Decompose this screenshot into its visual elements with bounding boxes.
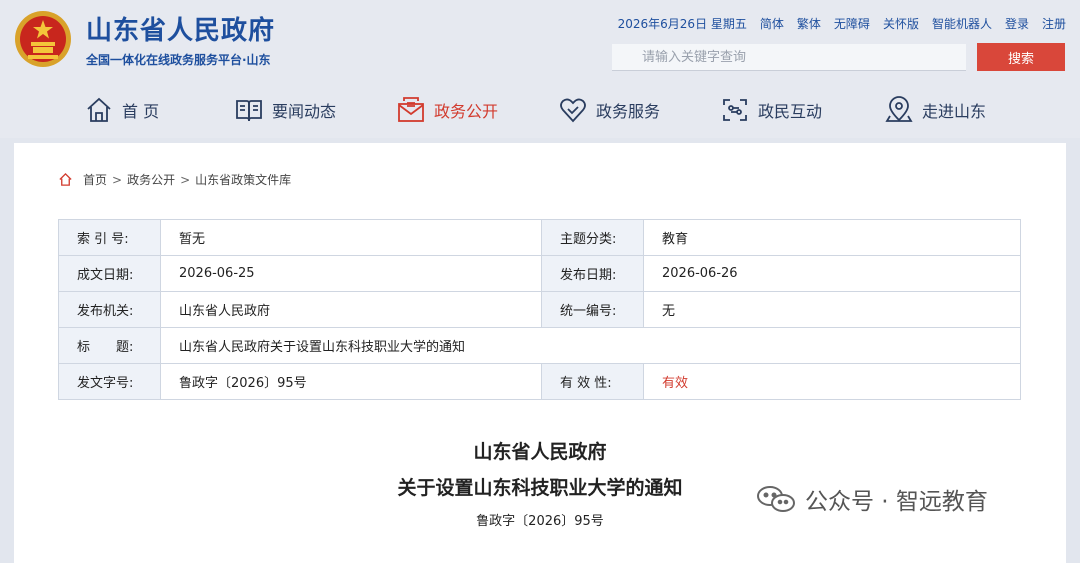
- title-value: 山东省人民政府关于设置山东科技职业大学的通知: [160, 327, 1021, 364]
- pubdate-value: 2026-06-26: [643, 255, 1021, 292]
- breadcrumb-separator: >: [180, 172, 191, 187]
- site-subtitle: 全国一体化在线政务服务平台·山东: [86, 53, 271, 67]
- site-title[interactable]: 山东省人民政府: [86, 10, 275, 47]
- nav-news[interactable]: 要闻动态: [234, 88, 336, 132]
- org-label: 发布机关:: [58, 291, 161, 328]
- nav-home-label: 首 页: [122, 102, 160, 121]
- search-box: [612, 44, 966, 71]
- mail-icon: [398, 97, 424, 122]
- nav-gov-services[interactable]: 政务服务: [558, 88, 660, 132]
- topic-value: 教育: [643, 219, 1021, 256]
- nav-about-shandong[interactable]: 走进山东: [884, 88, 986, 132]
- elder-mode-link[interactable]: 关怀版: [883, 15, 919, 32]
- register-link[interactable]: 注册: [1042, 15, 1066, 32]
- date-label: 成文日期:: [58, 255, 161, 292]
- robot-link[interactable]: 智能机器人: [932, 15, 992, 32]
- home-icon: [87, 97, 111, 122]
- table-row: 成文日期: 2026-06-25 发布日期: 2026-06-26: [58, 255, 1021, 292]
- table-row: 发布机关: 山东省人民政府 统一编号: 无: [58, 291, 1021, 328]
- search-input[interactable]: [640, 44, 964, 70]
- pubdate-label: 发布日期:: [541, 255, 644, 292]
- table-row: 标 题: 山东省人民政府关于设置山东科技职业大学的通知: [58, 327, 1021, 364]
- site-header: 山东省人民政府 全国一体化在线政务服务平台·山东 2026年6月26日 星期五 …: [0, 0, 1080, 138]
- nav-interaction-label: 政民互动: [758, 102, 823, 121]
- top-links: 2026年6月26日 星期五 简体 繁体 无障碍 关怀版 智能机器人 登录 注册: [618, 15, 1066, 32]
- nav-interaction[interactable]: 政民互动: [720, 88, 822, 132]
- docno-label: 发文字号:: [58, 363, 161, 400]
- national-emblem-icon: [15, 11, 71, 67]
- heart-icon: [560, 98, 586, 123]
- code-label: 统一编号:: [541, 291, 644, 328]
- index-value: 暂无: [160, 219, 542, 256]
- nav-gov-affairs[interactable]: 政务公开: [396, 88, 498, 132]
- docno-value: 鲁政字〔2026〕95号: [160, 363, 542, 400]
- index-label: 索 引 号:: [58, 219, 161, 256]
- breadcrumb: 首页 > 政务公开 > 山东省政策文件库: [58, 171, 291, 188]
- breadcrumb-gov-affairs[interactable]: 政务公开: [127, 171, 175, 188]
- breadcrumb-policy-library[interactable]: 山东省政策文件库: [195, 171, 291, 188]
- traditional-link[interactable]: 繁体: [797, 15, 821, 32]
- current-date: 2026年6月26日 星期五: [617, 17, 747, 31]
- org-value: 山东省人民政府: [160, 291, 542, 328]
- table-row: 发文字号: 鲁政字〔2026〕95号 有 效 性: 有效: [58, 363, 1021, 400]
- search-button[interactable]: 搜索: [977, 43, 1065, 71]
- date-value: 2026-06-25: [160, 255, 542, 292]
- document-title-line1: 山东省人民政府: [473, 441, 607, 463]
- breadcrumb-separator: >: [112, 172, 123, 187]
- login-link[interactable]: 登录: [1005, 15, 1029, 32]
- wechat-icon: [757, 486, 795, 512]
- nav-about-shandong-label: 走进山东: [922, 102, 987, 121]
- title-label: 标 题:: [58, 327, 161, 364]
- validity-label: 有 效 性:: [541, 363, 644, 400]
- table-row: 索 引 号: 暂无 主题分类: 教育: [58, 219, 1021, 256]
- accessibility-link[interactable]: 无障碍: [834, 15, 870, 32]
- book-icon: [236, 100, 262, 122]
- code-value: 无: [643, 291, 1021, 328]
- interact-icon: [723, 99, 747, 121]
- location-icon: [885, 96, 913, 122]
- nav-home[interactable]: 首 页: [84, 88, 159, 132]
- simplified-link[interactable]: 简体: [760, 15, 784, 32]
- document-meta-table: 索 引 号: 暂无 主题分类: 教育 成文日期: 2026-06-25 发布日期…: [58, 219, 1021, 400]
- nav-gov-services-label: 政务服务: [596, 102, 661, 121]
- topic-label: 主题分类:: [541, 219, 644, 256]
- watermark-text: 公众号 · 智远教育: [805, 489, 988, 515]
- watermark: 公众号 · 智远教育: [755, 482, 988, 516]
- nav-gov-affairs-label: 政务公开: [434, 102, 499, 121]
- main-nav: 首 页 要闻动态 政务公开 政务服务 政民互动 走进山东: [0, 88, 1080, 132]
- validity-value: 有效: [643, 363, 1021, 400]
- nav-news-label: 要闻动态: [272, 102, 337, 121]
- home-icon: [59, 172, 72, 186]
- breadcrumb-home[interactable]: 首页: [83, 171, 107, 188]
